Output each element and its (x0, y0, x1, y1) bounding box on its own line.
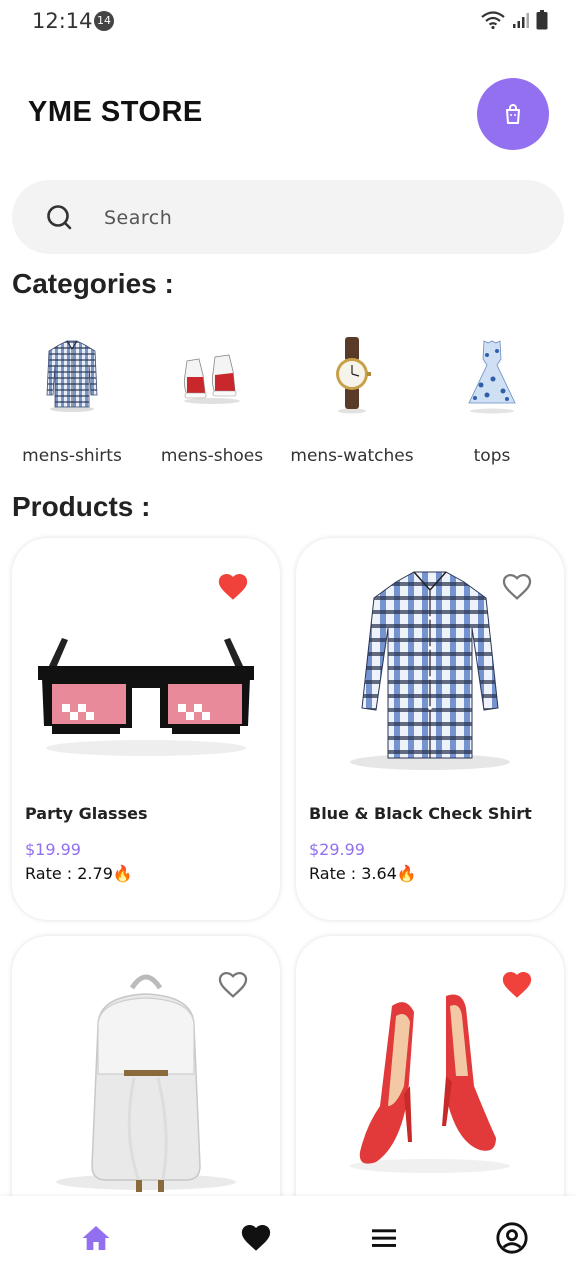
cart-button[interactable] (477, 78, 549, 150)
shoes-image (183, 354, 240, 404)
search-icon (47, 205, 72, 230)
category-mens-watches[interactable]: mens-watches (282, 330, 422, 470)
product-rate: Rate : 3.64🔥 (309, 864, 417, 883)
nav-profile[interactable] (492, 1218, 532, 1258)
product-price: $29.99 (309, 840, 365, 859)
battery-icon (536, 10, 548, 30)
status-bar: 12:14 14 (0, 0, 576, 44)
search-bar[interactable] (12, 180, 564, 254)
nav-menu[interactable] (364, 1218, 404, 1258)
product-name: Party Glasses (25, 804, 148, 823)
product-card[interactable]: Blue & Black Check Shirt $29.99 Rate : 3… (296, 538, 564, 920)
menu-icon (372, 1229, 396, 1247)
profile-icon (496, 1222, 528, 1254)
shirt-image (46, 340, 98, 412)
products-title: Products : (12, 491, 151, 522)
category-label: tops (473, 446, 511, 466)
product-card[interactable]: Party Glasses $19.99 Rate : 2.79🔥 (12, 538, 280, 920)
watch-image (336, 337, 371, 414)
category-label: mens-shirts (22, 446, 122, 466)
product-rate: Rate : 2.79🔥 (25, 864, 133, 883)
categories-list: mens-shirts mens-shoes mens-watches tops (0, 330, 576, 470)
home-icon (82, 1226, 110, 1250)
product-price: $19.99 (25, 840, 81, 859)
shopping-bag-icon (506, 104, 520, 124)
notification-count-badge: 14 (94, 11, 114, 31)
wifi-icon (481, 11, 505, 30)
signal-icon (513, 13, 529, 28)
check-shirt-image (350, 571, 510, 770)
dress-image (468, 340, 516, 414)
product-name: Blue & Black Check Shirt (309, 804, 532, 823)
status-icons (480, 10, 548, 30)
category-tops[interactable]: tops (422, 330, 562, 470)
red-heels-image (350, 994, 510, 1173)
nav-home[interactable] (76, 1218, 116, 1258)
party-glasses-image (38, 638, 254, 756)
category-label: mens-shoes (160, 446, 264, 466)
category-label: mens-watches (290, 446, 414, 466)
product-card[interactable] (12, 936, 280, 1236)
categories-title: Categories : (12, 268, 174, 299)
heart-icon (241, 1224, 271, 1251)
nav-favorites[interactable] (236, 1218, 276, 1258)
store-title: YME STORE (28, 96, 203, 128)
bottom-nav (0, 1196, 576, 1280)
product-card[interactable] (296, 936, 564, 1236)
category-mens-shoes[interactable]: mens-shoes (142, 330, 282, 470)
status-time: 12:14 (32, 9, 93, 33)
backpack-image (56, 974, 236, 1192)
search-input[interactable] (102, 200, 526, 236)
category-mens-shirts[interactable]: mens-shirts (2, 330, 142, 470)
